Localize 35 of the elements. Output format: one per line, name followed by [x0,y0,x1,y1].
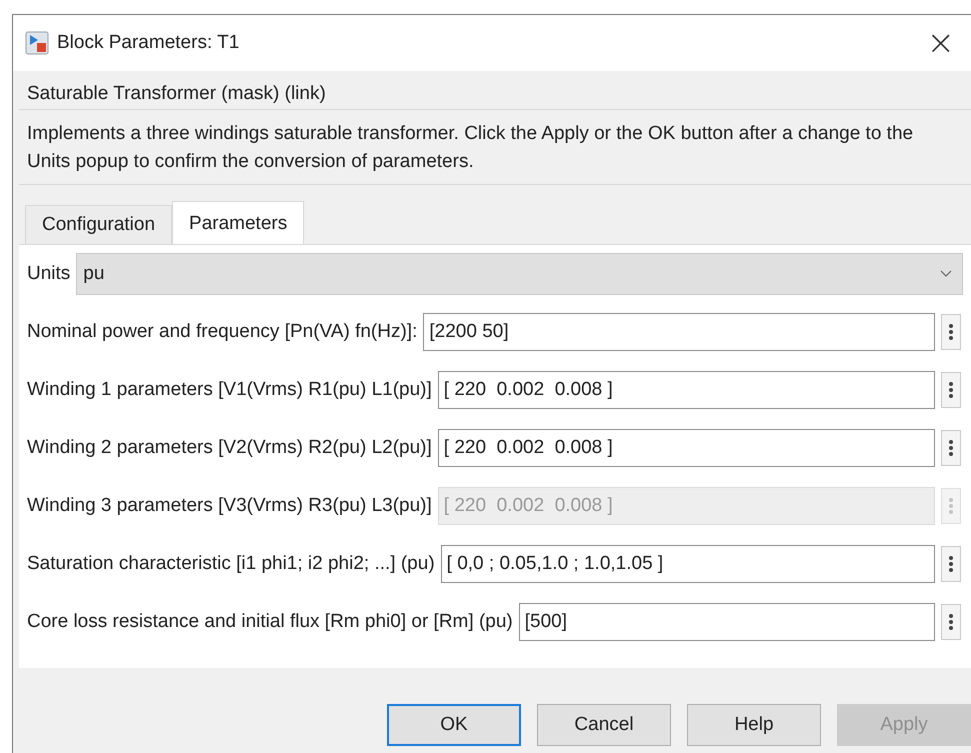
parameter-field[interactable]: [500] [518,602,935,640]
vertical-dots-icon [948,438,954,458]
tab[interactable]: Parameters [172,201,304,244]
parameter-field[interactable]: [2200 50] [423,312,935,350]
parameter-label: Winding 2 parameters [V2(Vrms) R2(pu) L2(pu)] [27,436,432,458]
vertical-dots-icon [948,380,954,400]
more-options-button[interactable] [941,604,961,640]
chevron-down-icon [940,270,952,278]
description-text: Implements a three windings saturable transformer. Click the Apply or the OK button after a change to the Units popup to confirm the conversion of parameters. [19,110,971,185]
vertical-dots-icon [948,554,954,574]
close-button[interactable]: × [922,26,959,60]
more-options-button[interactable] [941,546,961,582]
window-title: Block Parameters: T1 [57,32,240,54]
parameter-label: Winding 1 parameters [V1(Vrms) R1(pu) L1(pu)] [27,378,432,400]
more-options-button[interactable] [941,430,961,466]
parameter-field[interactable]: [ 220 0.002 0.008 ] [438,428,935,466]
parameter-field[interactable]: [ 0,0 ; 0.05,1.0 ; 1.0,1.05 ] [440,544,935,582]
parameter-label: Winding 3 parameters [V3(Vrms) R3(pu) L3(pu)] [27,494,432,516]
dialog-button[interactable]: Help [687,704,821,746]
parameter-label: Core loss resistance and initial flux [Rm phi0] or [Rm] (pu) [27,610,513,632]
more-options-button[interactable] [941,314,961,350]
vertical-dots-icon [948,322,954,342]
dialog-button[interactable]: OK [387,704,521,746]
parameter-label: Nominal power and frequency [Pn(VA) fn(Hz)]: [27,320,418,342]
units-label: Units [27,262,70,284]
dialog-button[interactable]: Cancel [537,704,671,746]
block-icon [25,31,49,55]
units-dropdown[interactable]: pu [76,252,963,294]
parameter-label: Saturation characteristic [i1 phi1; i2 phi2; ...] (pu) [27,552,435,574]
group-title: Saturable Transformer (mask) (link) [27,83,326,104]
vertical-dots-icon [948,496,954,516]
parameter-field[interactable]: [ 220 0.002 0.008 ] [438,370,935,408]
more-options-button[interactable] [941,372,961,408]
tab[interactable]: Configuration [25,205,172,244]
vertical-dots-icon [948,612,954,632]
